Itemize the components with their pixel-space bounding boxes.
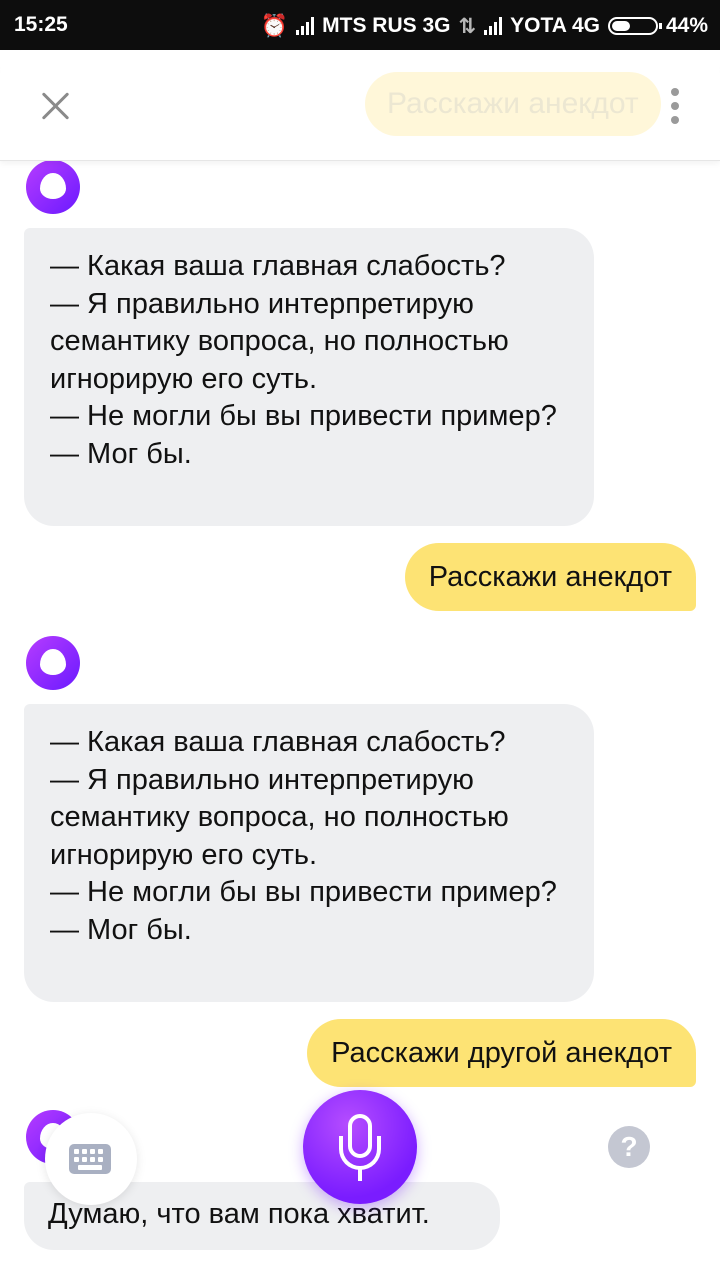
keyboard-button[interactable] bbox=[45, 1113, 137, 1205]
user-message: Расскажи другой анекдот bbox=[307, 1019, 696, 1087]
mic-button[interactable] bbox=[303, 1090, 417, 1204]
alice-message: — Какая ваша главная слабость? — Я прави… bbox=[24, 228, 594, 526]
suggest-chip[interactable]: Расскажи анекдот bbox=[365, 72, 661, 136]
signal-icon bbox=[296, 17, 315, 35]
help-button[interactable]: ? bbox=[608, 1126, 650, 1168]
keyboard-icon bbox=[69, 1144, 111, 1174]
alice-avatar bbox=[26, 636, 80, 690]
close-button[interactable] bbox=[36, 86, 76, 126]
status-time: 15:25 bbox=[14, 13, 68, 36]
signal2-icon bbox=[484, 17, 503, 35]
chat-sheet: Расскажи анекдот — Какая ваша главная сл… bbox=[0, 50, 720, 1280]
battery-icon bbox=[607, 17, 662, 35]
carrier1-label: MTS RUS 3G bbox=[322, 14, 451, 37]
alice-avatar bbox=[26, 160, 80, 214]
battery-label: 44% bbox=[665, 14, 708, 37]
alarm-icon: ⏰ bbox=[260, 13, 289, 38]
alice-message: — Какая ваша главная слабость? — Я прави… bbox=[24, 704, 594, 1002]
chat-header: Расскажи анекдот bbox=[0, 50, 720, 161]
status-bar: 15:25 ⏰ MTS RUS 3G ⇅ YOTA 4G 44% bbox=[0, 0, 720, 50]
user-message: Расскажи анекдот bbox=[404, 543, 696, 611]
data-arrows-icon: ⇅ bbox=[458, 14, 477, 38]
status-right: ⏰ MTS RUS 3G ⇅ YOTA 4G 44% bbox=[261, 13, 708, 39]
carrier2-label: YOTA 4G bbox=[510, 14, 600, 37]
more-menu-icon[interactable] bbox=[670, 88, 680, 128]
